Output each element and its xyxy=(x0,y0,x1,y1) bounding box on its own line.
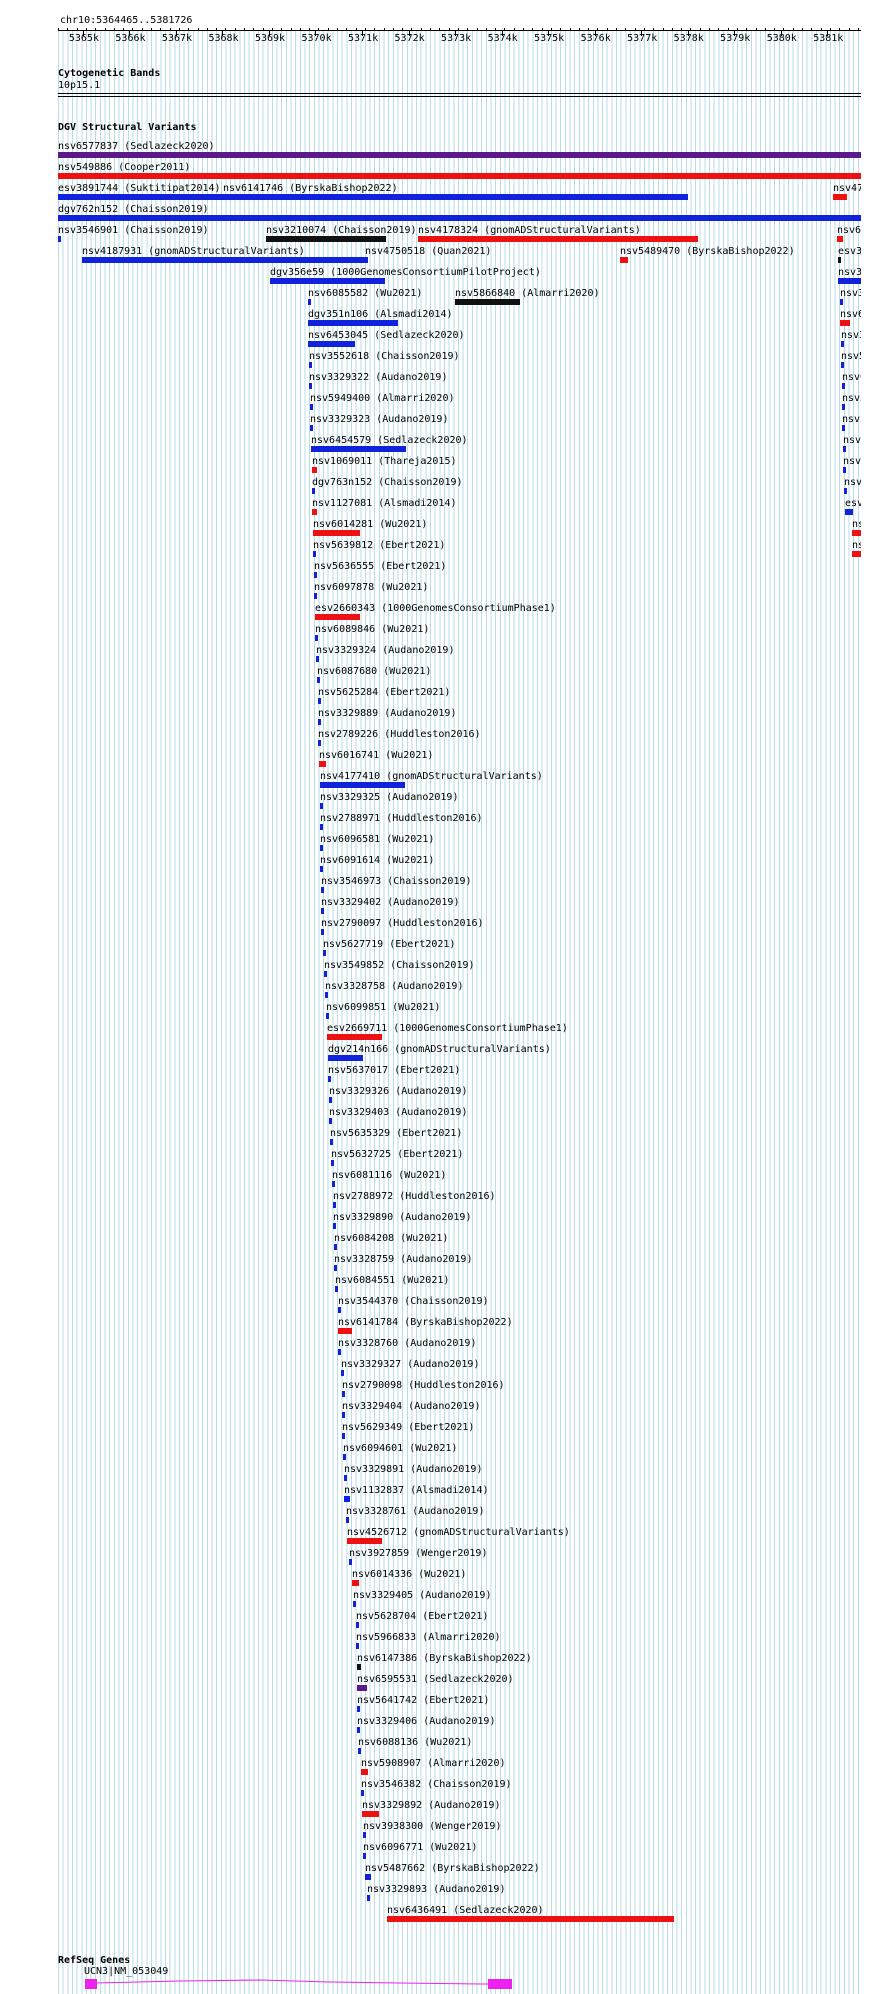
gene-exon-2 xyxy=(488,1979,512,1989)
refseq-gene-model[interactable] xyxy=(0,0,890,1994)
gene-exon-1 xyxy=(85,1979,97,1989)
gene-intron xyxy=(93,1979,493,1985)
